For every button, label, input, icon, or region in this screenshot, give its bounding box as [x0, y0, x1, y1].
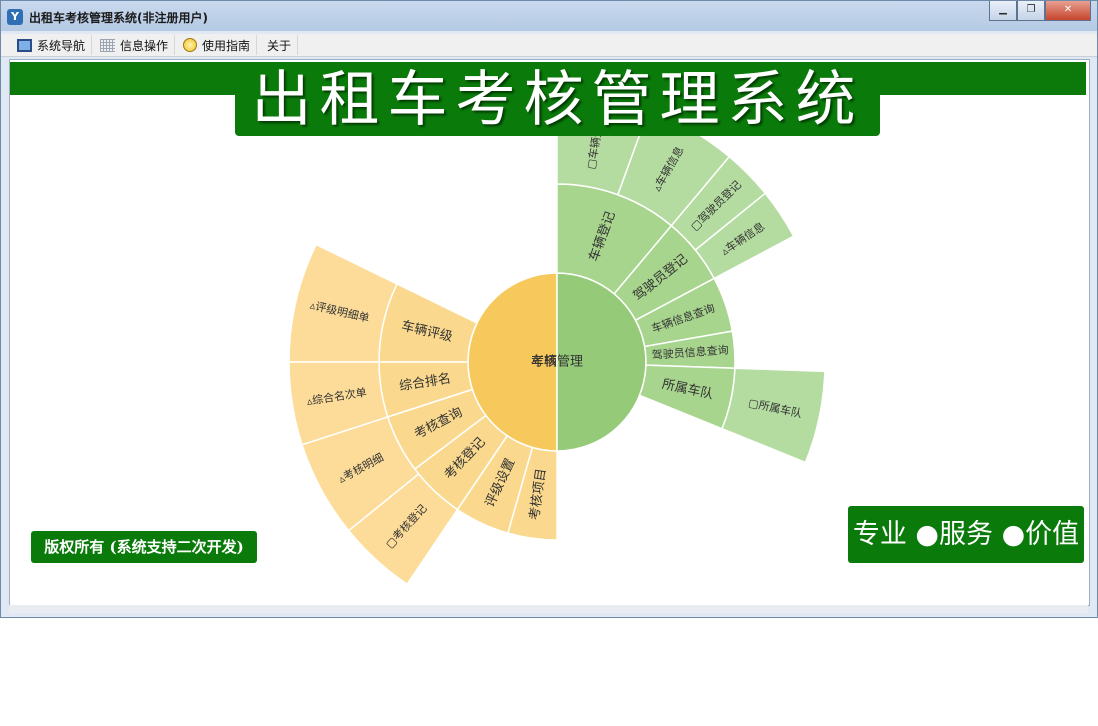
copyright-label: 版权所有 (系统支持二次开发) [31, 531, 257, 563]
sunburst-right-leaf-4-0-shape [721, 367, 826, 464]
sunburst-right-leaf-4-0[interactable]: ▢所属车队 [721, 367, 826, 464]
sunburst-left-item-0-shape [378, 282, 479, 363]
system-title-banner: 出租车考核管理系统 [235, 64, 880, 136]
sunburst-right-root-label: 车辆管理 [531, 354, 583, 370]
sunburst-left-item-0[interactable]: 车辆评级 [378, 282, 479, 363]
sunburst-right-item-4[interactable]: 所属车队 [638, 364, 736, 430]
slogan-label: 专业 ●服务 ●价值 [848, 506, 1084, 563]
